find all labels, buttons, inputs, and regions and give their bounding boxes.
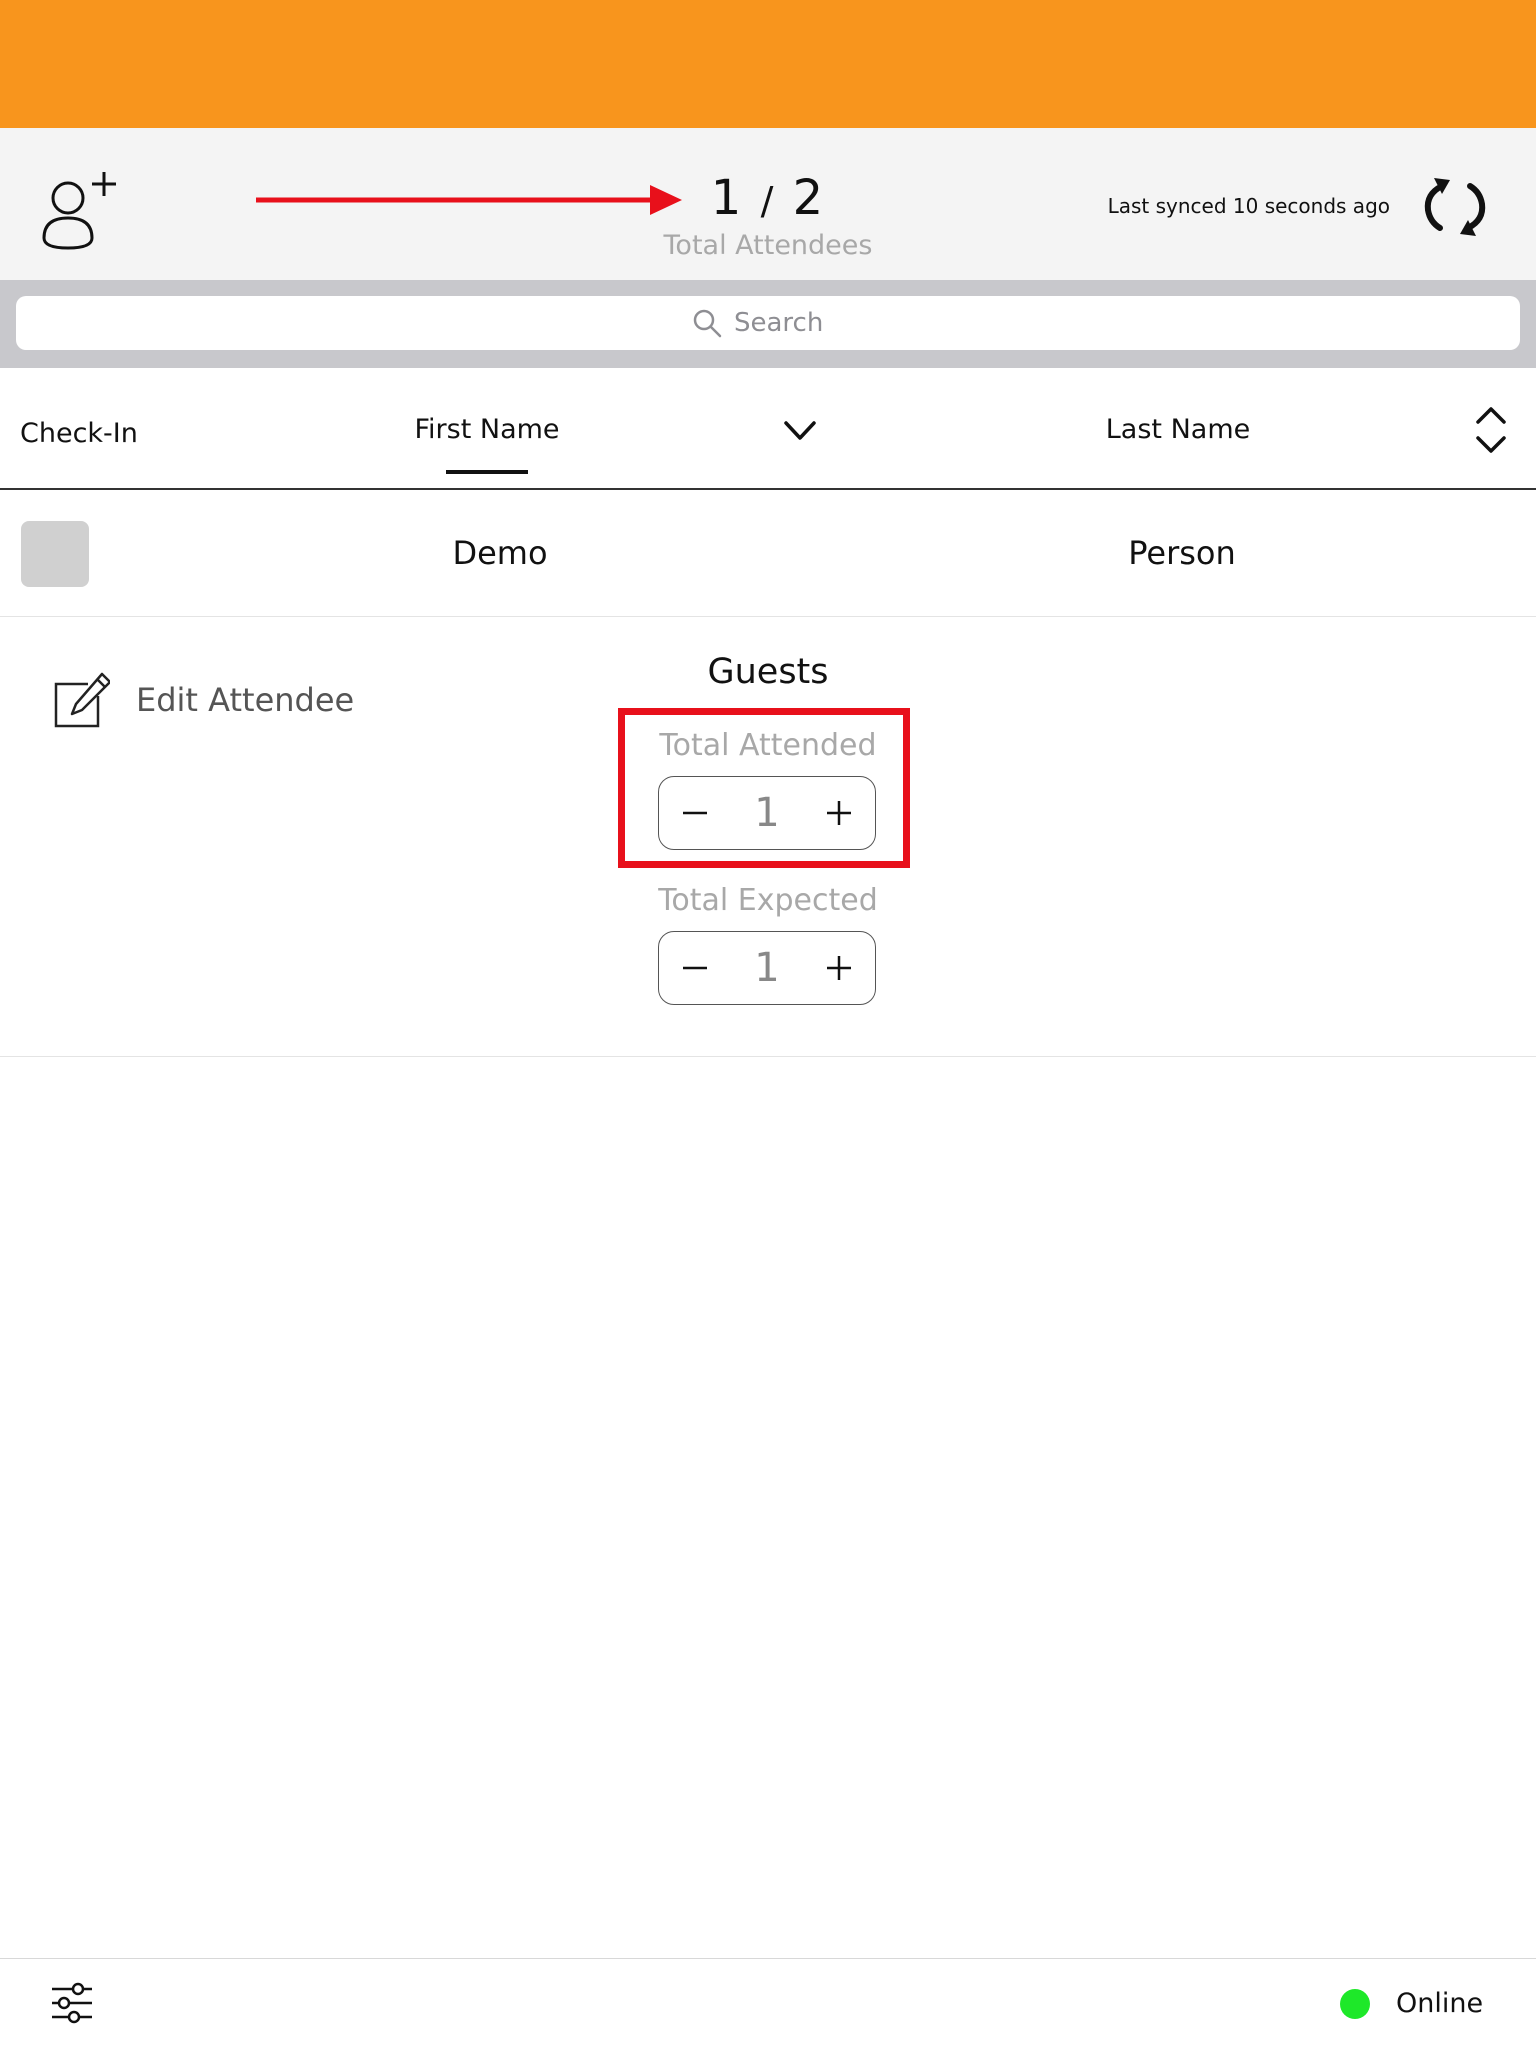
total-attended-label: Total Attended [659,728,877,763]
edit-attendee-label: Edit Attendee [136,681,355,719]
cell-first-name: Demo [452,534,548,572]
decrement-attended-button[interactable] [675,793,715,833]
filter-icon[interactable] [50,1982,94,2024]
minus-icon [683,811,707,815]
count-value: 1 / 2 [600,170,936,229]
app-top-bar [0,0,1536,128]
minus-icon [683,966,707,970]
total-attended-stepper: 1 [658,776,876,850]
online-status-dot [1340,1989,1370,2019]
cell-last-name: Person [1128,534,1236,572]
sort-icon[interactable] [1474,404,1508,456]
column-header-checkin[interactable]: Check-In [20,418,138,449]
total-attendees-label: Total Attendees [663,230,873,261]
bottom-toolbar [0,1958,1536,2049]
search-bar[interactable] [16,296,1520,350]
total-expected-stepper: 1 [658,931,876,1005]
count-separator: / [760,179,776,223]
guests-title: Guests [707,652,829,692]
column-header-last-name[interactable]: Last Name [1062,414,1294,445]
search-icon [693,309,722,338]
plus-icon [827,801,851,825]
active-sort-indicator [446,470,528,474]
chevron-down-icon[interactable] [782,418,818,444]
decrement-expected-button[interactable] [675,948,715,988]
total-count: 2 [792,170,826,226]
add-person-icon[interactable] [38,168,124,252]
sync-icon[interactable] [1420,176,1490,238]
search-input[interactable] [734,308,844,338]
checkin-checkbox[interactable] [21,521,89,587]
attended-count: 1 [710,170,744,226]
increment-expected-button[interactable] [819,948,859,988]
attendee-count: 1 / 2 Total Attendees [600,170,936,263]
online-status-text: Online [1396,1988,1484,2019]
edit-attendee-button[interactable]: Edit Attendee [54,672,354,728]
increment-attended-button[interactable] [819,793,859,833]
column-header-first-name[interactable]: First Name [372,414,602,445]
total-expected-value: 1 [754,945,780,991]
plus-icon [827,956,851,980]
total-expected-label: Total Expected [658,883,878,918]
table-row[interactable] [0,490,1536,617]
sync-status-text: Last synced 10 seconds ago [1107,194,1390,218]
table-header [0,368,1536,490]
total-attended-value: 1 [754,790,780,836]
edit-icon [54,672,110,728]
